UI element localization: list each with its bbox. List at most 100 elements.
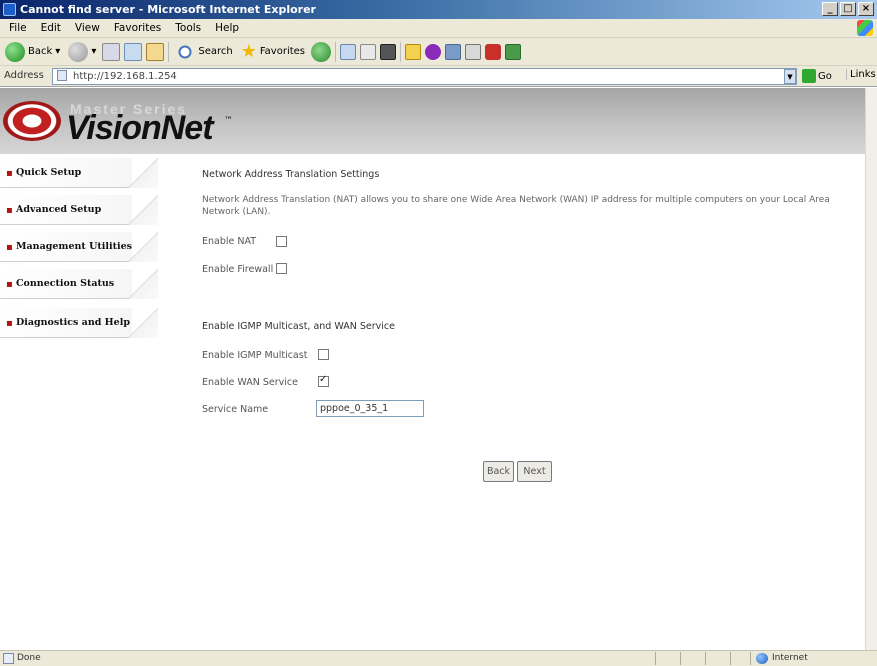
windows-logo-icon [857,20,873,36]
sidebar-item-label: Quick Setup [16,167,82,178]
igmp-section-title: Enable IGMP Multicast, and WAN Service [202,321,395,332]
address-input[interactable]: http://192.168.1.254 [52,68,797,85]
sidebar-item-quick-setup[interactable]: ▪ Quick Setup [0,158,170,188]
stop-icon[interactable] [102,42,121,61]
go-arrow-icon [802,69,816,83]
enable-firewall-label: Enable Firewall [202,264,274,275]
sidebar-nav: ▪ Quick Setup ▪ Advanced Setup ▪ Managem… [0,154,170,654]
users-icon[interactable] [465,43,482,60]
bullet-icon: ▪ [6,318,13,329]
media-icon[interactable] [311,41,332,62]
enable-igmp-label: Enable IGMP Multicast [202,350,308,361]
star-icon: ★ [240,40,257,62]
nat-section-title: Network Address Translation Settings [202,169,380,180]
history-icon[interactable] [340,43,357,60]
back-arrow-icon [5,41,25,62]
minimize-button[interactable]: _ [822,2,838,16]
window-controls: _ □ × [822,2,874,16]
sidebar-item-label: Connection Status [16,278,115,289]
page-icon [57,70,67,81]
service-name-label: Service Name [202,404,269,415]
go-button[interactable]: Go [802,69,832,83]
page-banner: Master Series VisionNet ™ [0,88,865,154]
menu-bar: File Edit View Favorites Tools Help [0,19,877,38]
service-name-input[interactable]: pppoe_0_35_1 [316,400,424,417]
close-button[interactable]: × [858,2,874,16]
vertical-scrollbar[interactable] [865,88,877,650]
menu-tools[interactable]: Tools [168,22,208,34]
status-bar: Done Internet [0,650,877,666]
research-icon[interactable] [445,43,462,60]
menu-file[interactable]: File [2,22,34,34]
forward-button[interactable]: ▾ [66,40,98,64]
back-button[interactable]: Back ▾ [3,40,62,64]
toolbar-separator [400,41,402,62]
main-content: Network Address Translation Settings Net… [170,154,865,650]
standard-toolbar: Back ▾ ▾ Search ★ Favorites [0,38,877,66]
menu-edit[interactable]: Edit [34,22,68,34]
enable-wan-service-checkbox[interactable] [318,374,329,387]
favorites-button[interactable]: ★ Favorites [239,40,307,64]
refresh-icon[interactable] [124,42,143,61]
favorites-label: Favorites [259,46,306,57]
enable-nat-label: Enable NAT [202,236,257,247]
tools-icon[interactable] [505,43,522,60]
ie-app-icon[interactable] [3,3,16,16]
sidebar-item-advanced-setup[interactable]: ▪ Advanced Setup [0,195,170,225]
sidebar-item-label: Management Utilities [16,241,133,252]
chevron-down-icon[interactable]: ▾ [91,46,96,57]
internet-zone-icon [756,653,768,664]
banner-brand: VisionNet [66,109,214,147]
chevron-down-icon[interactable]: ▾ [55,46,60,57]
menu-favorites[interactable]: Favorites [107,22,168,34]
status-text: Done [17,653,41,663]
status-pane-divider [705,652,706,665]
next-button[interactable]: Next [517,461,552,482]
enable-nat-checkbox[interactable] [276,236,287,247]
messenger-group-icon[interactable] [485,43,502,60]
back-button[interactable]: Back [483,461,514,482]
bullet-icon: ▪ [6,205,13,216]
home-icon[interactable] [146,42,165,61]
bullet-icon: ▪ [6,168,13,179]
sidebar-item-diagnostics-and-help[interactable]: ▪ Diagnostics and Help [0,308,170,338]
sidebar-item-label: Advanced Setup [16,204,102,215]
menu-view[interactable]: View [68,22,107,34]
mail-icon[interactable] [360,43,377,60]
title-bar: Cannot find server - Microsoft Internet … [0,0,877,19]
address-dropdown-icon[interactable]: ▼ [784,69,796,84]
sidebar-item-management-utilities[interactable]: ▪ Management Utilities [0,232,170,262]
forward-arrow-icon [68,41,89,62]
address-url: http://192.168.1.254 [73,71,177,82]
links-button[interactable]: Links [846,69,876,80]
window-title: Cannot find server - Microsoft Internet … [20,3,316,16]
search-button[interactable]: Search [173,40,234,64]
enable-firewall-checkbox[interactable] [276,263,287,274]
nat-description: Network Address Translation (NAT) allows… [202,195,830,217]
address-label: Address [4,70,44,81]
messenger-icon[interactable] [425,43,442,60]
sidebar-item-connection-status[interactable]: ▪ Connection Status [0,269,170,299]
enable-igmp-checkbox[interactable] [318,349,329,360]
sidebar-item-label: Diagnostics and Help [16,317,130,328]
maximize-button[interactable]: □ [840,2,856,16]
menu-help[interactable]: Help [208,22,246,34]
bullet-icon: ▪ [6,279,13,290]
bullet-icon: ▪ [6,242,13,253]
status-pane-divider [655,652,656,665]
visionnet-logo-icon [3,101,61,141]
folder-icon[interactable] [405,43,422,60]
toolbar-separator [168,41,170,62]
zone-text: Internet [772,653,808,663]
print-icon[interactable] [380,43,397,60]
enable-wan-service-label: Enable WAN Service [202,377,298,388]
page-done-icon [3,653,14,664]
search-icon [175,41,196,62]
trademark-mark: ™ [224,116,233,126]
toolbar-separator [335,41,337,62]
status-pane-divider [680,652,681,665]
go-label: Go [818,70,832,82]
address-bar: Address http://192.168.1.254 ▼ Go Links [0,66,877,87]
search-label: Search [198,46,233,57]
status-pane-divider [730,652,731,665]
